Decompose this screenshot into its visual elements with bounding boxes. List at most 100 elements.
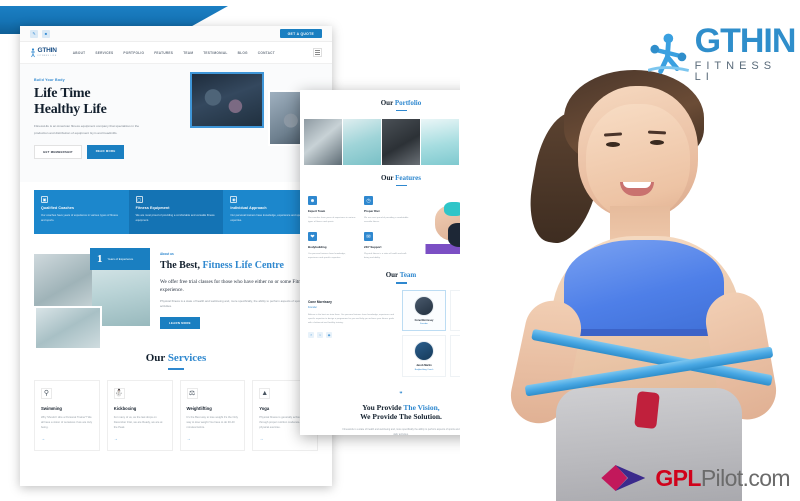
- heart-icon: ❤: [308, 232, 317, 242]
- team-bio-text: Believe in the best we train them. Our p…: [308, 313, 395, 325]
- team-social-links: f t ◉: [308, 331, 396, 338]
- get-membership-button[interactable]: GET MEMBERSHIP: [34, 144, 82, 159]
- screenshot-stage: ✎ ■ GET A QUOTE GTHIN FITNESS LIFE ABOUT…: [0, 0, 800, 501]
- about-images: 1 Years of Experience: [34, 248, 152, 350]
- team-member-role: Bodybuilding Coach: [414, 368, 434, 371]
- facebook-icon[interactable]: f: [308, 331, 314, 338]
- portfolio-item[interactable]: [304, 119, 342, 166]
- nav-item-testimonial[interactable]: TESTIMONIAL: [203, 51, 227, 55]
- portfolio-divider: [395, 110, 407, 112]
- runner-dumbbell-icon: [648, 33, 690, 74]
- feature-text: Our coaches have years of experience in …: [308, 216, 356, 224]
- service-arrow-icon[interactable]: →: [187, 436, 239, 441]
- learn-more-button[interactable]: LEARN MORE: [160, 316, 200, 329]
- nav-item-features[interactable]: FEATURES: [154, 51, 173, 55]
- mockup1-menu[interactable]: ABOUT SERVICES PORTFOLIO FEATURES TEAM T…: [73, 51, 275, 55]
- feature-title: Proper Diet: [364, 209, 380, 214]
- sports-bra: [564, 240, 724, 336]
- team-member-name: Cone Morrissey: [414, 318, 434, 322]
- nav-item-about[interactable]: ABOUT: [73, 51, 86, 55]
- gplpilot-diamond-icon: [601, 463, 647, 493]
- feature-item-support[interactable]: ✉ 24/7 Support Physical fitness is a sta…: [364, 232, 412, 262]
- weightlifting-icon: ⚖: [186, 387, 198, 399]
- hamburger-menu-icon[interactable]: [313, 48, 322, 57]
- team-bio-name: Cone Morrissey: [308, 299, 332, 304]
- medal-icon: ◉: [230, 196, 238, 203]
- service-text: It's the Best way to lose weight It's th…: [186, 415, 239, 429]
- service-title: Kickboxing: [113, 405, 137, 411]
- eye-right: [650, 140, 664, 145]
- features-list: ☻ Expert Team Our coaches have years of …: [308, 192, 412, 262]
- services-title: Our Services: [145, 352, 207, 364]
- hero-title: Life Time Healthy Life: [34, 86, 107, 117]
- clock-icon: ◷: [364, 196, 373, 206]
- service-card-weightlifting[interactable]: ⚖ Weightlifting It's the Best way to los…: [179, 379, 246, 451]
- service-arrow-icon[interactable]: →: [114, 436, 166, 441]
- team-bio-role: Founder: [308, 305, 317, 309]
- feature-text: Physical fitness is a state of health an…: [364, 252, 407, 260]
- portfolio-item[interactable]: [343, 119, 381, 166]
- team-member-card[interactable]: Cone Morrissey Founder: [402, 289, 446, 332]
- portfolio-item[interactable]: [421, 119, 459, 166]
- about-paragraph: Physical fitness is a state of health an…: [160, 298, 310, 309]
- feature-title: Expert Team: [308, 209, 326, 214]
- support-icon: ✉: [364, 232, 373, 242]
- service-arrow-icon[interactable]: →: [259, 436, 311, 441]
- services-divider: [168, 368, 184, 370]
- gplpilot-text: GPLPilot.com: [655, 464, 790, 491]
- feature-title: 24/7 Support: [364, 245, 382, 250]
- services-grid: ⚲ Swimming Why Should I Hire a Personal …: [34, 379, 318, 451]
- twitter-icon[interactable]: t: [317, 331, 323, 338]
- team-bio: Cone Morrissey Founder Believe in the be…: [308, 290, 396, 377]
- services-section: Our Services ⚲ Swimming Why Should I Hir…: [20, 342, 332, 451]
- feature-item-expert-team[interactable]: ☻ Expert Team Our coaches have years of …: [308, 196, 356, 226]
- nav-item-blog[interactable]: BLOG: [238, 51, 248, 55]
- gplpilot-watermark: GPLPilot.com: [601, 463, 791, 493]
- nav-item-portfolio[interactable]: PORTFOLIO: [123, 51, 144, 55]
- hero-section: Build Your Body Life Time Healthy Life F…: [20, 64, 332, 182]
- service-title: Weightlifting: [186, 405, 212, 411]
- homepage-mockup[interactable]: ✎ ■ GET A QUOTE GTHIN FITNESS LIFE ABOUT…: [20, 26, 332, 486]
- feature-title: Bodybuilding: [308, 245, 327, 250]
- feature-bar-item-equipment[interactable]: ▢ Fitness Equipment We are most proud of…: [128, 190, 224, 234]
- feature-bar: ▣ Qualified Coaches Our coaches have yea…: [34, 190, 319, 234]
- instagram-icon[interactable]: ◉: [326, 331, 332, 338]
- feature-bar-text: Our coaches have years of experience in …: [41, 213, 118, 222]
- feature-item-proper-diet[interactable]: ◷ Proper Diet We are most proud of provi…: [364, 196, 412, 226]
- product-logo-tagline: FITNESS LI: [694, 60, 777, 83]
- service-arrow-icon[interactable]: →: [41, 436, 93, 441]
- about-kicker: About us: [160, 252, 174, 256]
- service-card-kickboxing[interactable]: ⛄ Kickboxing For many of us, as the last…: [106, 379, 173, 451]
- feature-bar-text: We are most proud of providing a comfort…: [135, 213, 215, 222]
- hero-kicker: Build Your Body: [34, 78, 65, 82]
- mockup1-logo[interactable]: GTHIN FITNESS LIFE: [30, 48, 57, 58]
- read-more-button[interactable]: READ MORE: [86, 144, 125, 159]
- nav-item-team[interactable]: TEAM: [183, 51, 193, 55]
- drawstring: [634, 390, 660, 430]
- about-image-3: [34, 306, 102, 350]
- team-divider: [395, 282, 407, 284]
- user-icon: ☻: [308, 196, 317, 206]
- product-logo-brand: GTHIN: [694, 22, 797, 60]
- feature-bar-text: Our personal trainers have knowledge, ex…: [230, 213, 306, 222]
- feature-text: Our personal trainers have knowledge, ex…: [308, 252, 346, 260]
- get-a-quote-button[interactable]: GET A QUOTE: [279, 29, 322, 38]
- edit-icon[interactable]: ✎: [30, 29, 38, 38]
- mockup1-logo-tagline: FITNESS LIFE: [37, 54, 57, 57]
- hero-buttons: GET MEMBERSHIP READ MORE: [34, 144, 152, 159]
- grid-icon[interactable]: ■: [42, 29, 50, 38]
- feature-item-bodybuilding[interactable]: ❤ Bodybuilding Our personal trainers hav…: [308, 232, 356, 262]
- hero-paragraph: FitnessLife is an American fitness equip…: [34, 124, 140, 135]
- kickboxing-icon: ⛄: [113, 387, 125, 399]
- nav-item-contact[interactable]: CONTACT: [258, 51, 275, 55]
- about-section: 1 Years of Experience About us The Best,…: [20, 234, 332, 350]
- avatar: [414, 341, 434, 362]
- team-member-card[interactable]: Jacob Martin Bodybuilding Coach: [402, 335, 446, 377]
- portfolio-item[interactable]: [382, 119, 420, 166]
- about-title: The Best, Fitness Life Centre: [160, 260, 284, 271]
- nav-item-services[interactable]: SERVICES: [95, 51, 113, 55]
- team-member-name: Jacob Martin: [416, 364, 432, 368]
- feature-bar-item-coaches[interactable]: ▣ Qualified Coaches Our coaches have yea…: [34, 190, 129, 234]
- service-card-swimming[interactable]: ⚲ Swimming Why Should I Hire a Personal …: [34, 379, 100, 451]
- about-lead: We offer free trial classes for those wh…: [160, 278, 308, 293]
